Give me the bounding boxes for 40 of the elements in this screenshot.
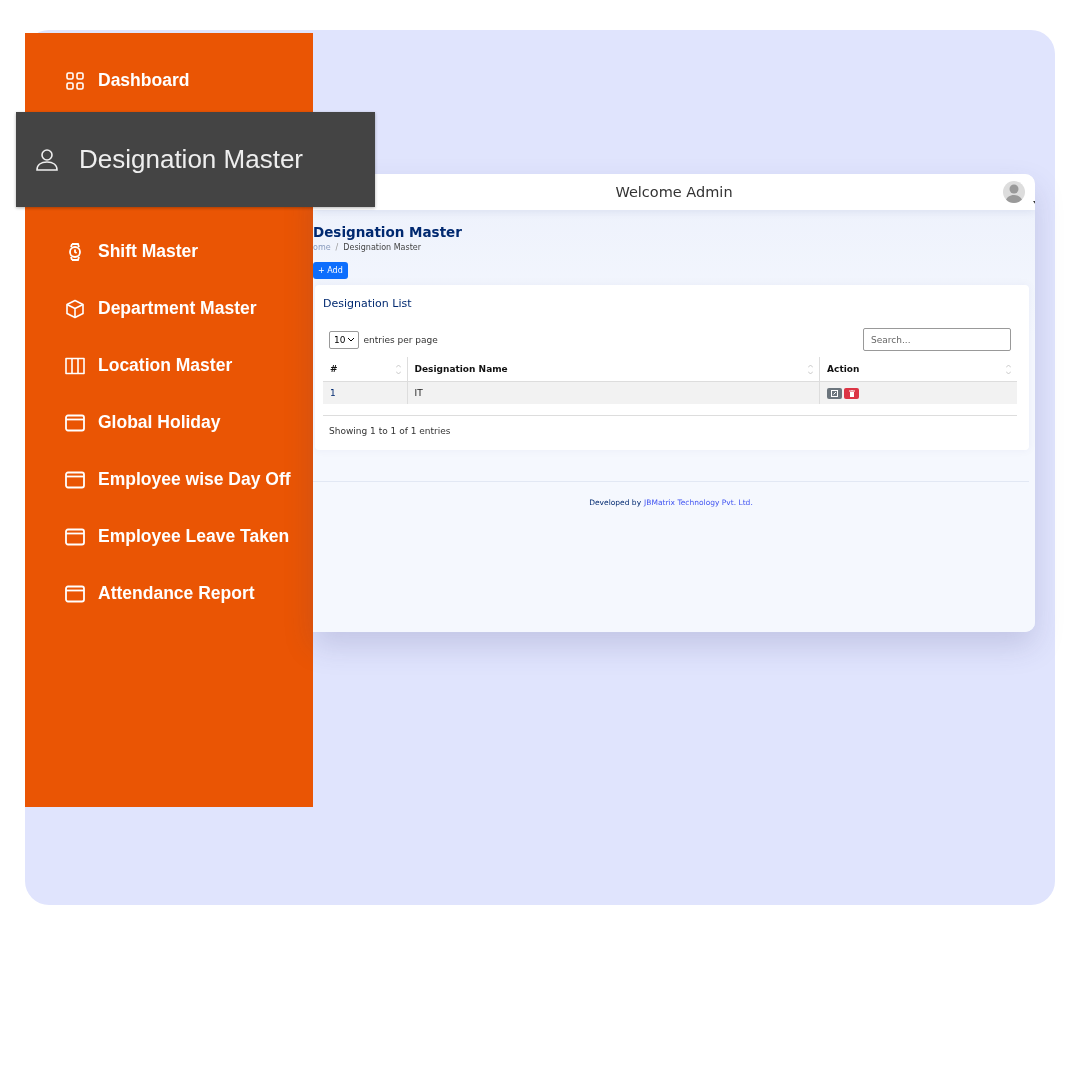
breadcrumb-link[interactable]: ome — [313, 243, 331, 252]
table-cell: 1 — [323, 381, 408, 404]
entries-info: Showing 1 to 1 of 1 entries — [323, 415, 1017, 436]
sidebar-item[interactable]: Department Master — [25, 280, 313, 337]
sidebar-item[interactable]: Global Holiday — [25, 394, 313, 451]
sidebar-item[interactable]: Attendance Report — [25, 565, 313, 622]
chevron-icon — [348, 337, 355, 342]
sort-icon[interactable] — [1006, 364, 1011, 377]
sidebar-item[interactable]: Shift Master — [25, 223, 313, 280]
grid-icon — [66, 71, 84, 90]
calendar-icon — [65, 413, 85, 432]
map-icon — [65, 356, 85, 375]
user-icon — [35, 147, 59, 172]
page-title: Designation Master — [313, 224, 463, 240]
box-icon — [65, 298, 85, 319]
sidebar-item[interactable]: Location Master — [25, 337, 313, 394]
card-title: Designation List — [323, 297, 413, 310]
sidebar-item[interactable]: Employee Leave Taken — [25, 508, 313, 565]
column-header: Action — [819, 357, 1017, 382]
column-header: Designation Name — [407, 357, 820, 382]
column-header: # — [323, 357, 408, 382]
welcome-title: Welcome Admin — [615, 184, 733, 200]
calendar-icon — [65, 584, 85, 603]
page-size-select[interactable]: 10 — [329, 330, 360, 349]
table-cell: IT — [407, 381, 820, 404]
calendar-icon — [65, 470, 85, 489]
calendar-icon — [65, 527, 85, 546]
add-button[interactable]: + Add — [313, 262, 348, 279]
delete-button[interactable] — [844, 387, 860, 399]
watch-icon — [66, 242, 84, 261]
edit-button[interactable] — [827, 387, 843, 399]
search-field[interactable]: Search... — [863, 328, 1011, 351]
sidebar-item[interactable]: Dashboard — [25, 52, 313, 109]
avatar-icon[interactable] — [1003, 181, 1025, 203]
breadcrumb-current: Designation Master — [343, 243, 422, 252]
sidebar-item[interactable]: Employee wise Day Off — [25, 451, 313, 508]
edit-icon — [831, 389, 839, 397]
trash-icon — [848, 389, 855, 397]
page-size-label: entries per page — [363, 334, 438, 345]
breadcrumb-separator: / — [335, 243, 339, 252]
